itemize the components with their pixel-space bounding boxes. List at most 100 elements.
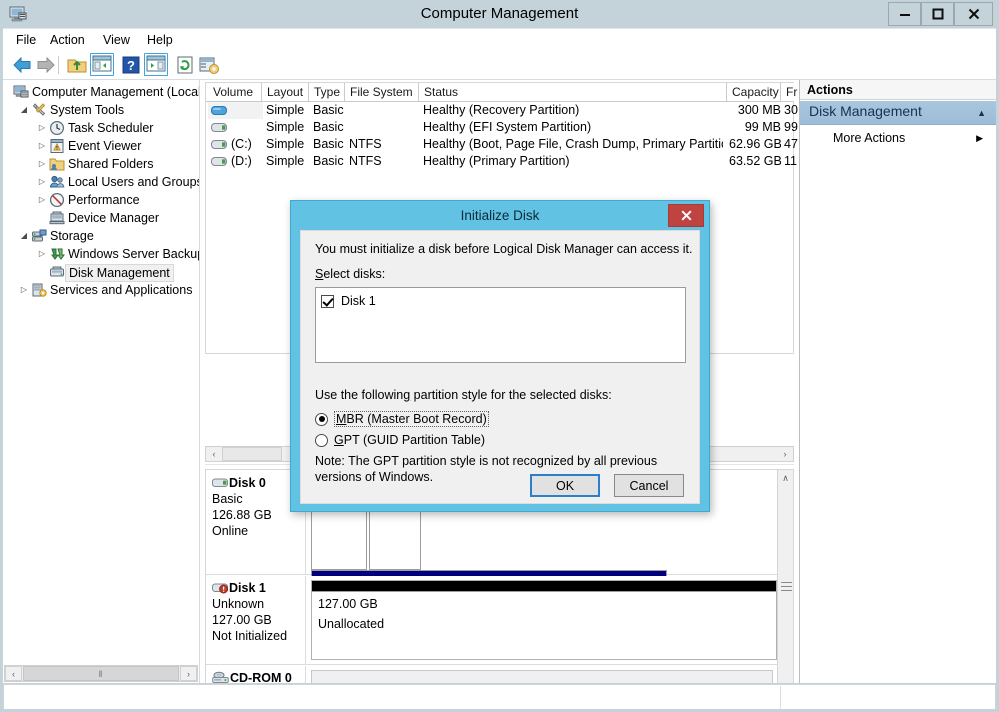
computer-icon <box>13 85 29 98</box>
partition-unallocated[interactable]: 127.00 GB Unallocated <box>311 580 777 660</box>
cell-layout: Simple <box>266 137 305 151</box>
show-hide-tree-icon[interactable] <box>90 53 114 76</box>
performance-icon <box>49 192 65 208</box>
storage-icon <box>32 229 47 242</box>
chevron-right-icon[interactable]: ▷ <box>36 191 48 209</box>
table-row[interactable]: (C:) Simple Basic NTFS Healthy (Boot, Pa… <box>206 136 798 153</box>
scroll-up-button[interactable]: ∧ <box>778 470 793 486</box>
maximize-button[interactable] <box>921 2 954 26</box>
chevron-right-icon[interactable]: ▷ <box>36 137 48 155</box>
chevron-expanded-icon[interactable]: ◢ <box>18 101 30 119</box>
table-row[interactable]: Simple Basic Healthy (EFI System Partiti… <box>206 119 798 136</box>
users-icon <box>49 175 65 188</box>
menu-view[interactable]: View <box>96 31 137 49</box>
scroll-thumb[interactable]: ‖ <box>23 666 179 681</box>
cell-file-system <box>349 119 419 136</box>
cell-volume: (D:) <box>231 154 252 168</box>
scroll-thumb[interactable] <box>779 487 792 683</box>
help-icon[interactable]: ? <box>120 54 142 76</box>
disk-name: Disk 1 <box>229 581 266 595</box>
chevron-right-icon[interactable]: ▷ <box>36 173 48 191</box>
column-header-status[interactable]: Status <box>419 83 727 101</box>
refresh-icon[interactable] <box>174 54 196 76</box>
chevron-right-icon[interactable]: ▷ <box>36 155 48 173</box>
disk-icon <box>212 478 228 487</box>
list-item-disk1[interactable]: Disk 1 <box>321 293 376 309</box>
scroll-right-button[interactable]: › <box>777 447 793 461</box>
menu-file[interactable]: File <box>9 31 43 49</box>
menu-help[interactable]: Help <box>140 31 180 49</box>
column-header-type[interactable]: Type <box>309 83 345 101</box>
back-arrow-icon[interactable] <box>11 54 33 76</box>
volume-icon-blue <box>211 106 227 115</box>
action-label: More Actions <box>833 131 906 145</box>
chevron-right-icon[interactable]: ▷ <box>36 245 48 263</box>
dialog-intro-text: You must initialize a disk before Logica… <box>315 242 693 256</box>
partition-style-label: Use the following partition style for th… <box>315 388 612 402</box>
tree-item-label: Storage <box>50 229 94 243</box>
no-media-area <box>311 670 773 683</box>
tree-item-label: Event Viewer <box>68 139 142 153</box>
table-row[interactable]: (D:) Simple Basic NTFS Healthy (Primary … <box>206 153 797 170</box>
cell-free: 47 <box>784 137 798 151</box>
chevron-right-icon[interactable]: ▷ <box>18 281 30 299</box>
cell-capacity: 99 MB <box>744 120 781 134</box>
disk1-partitions: 127.00 GB Unallocated <box>307 576 777 664</box>
disk-management-icon <box>50 266 64 277</box>
mbr-radio-button[interactable] <box>315 412 328 426</box>
table-row[interactable]: Simple Basic Healthy (Recovery Partition… <box>206 102 798 119</box>
disk-title: Disk 0 <box>212 476 299 490</box>
chevron-up-icon[interactable]: ▲ <box>977 108 986 118</box>
ok-button[interactable]: OK <box>530 474 600 497</box>
cell-type: Basic <box>313 120 344 134</box>
cell-file-system <box>349 102 419 119</box>
dialog-body: You must initialize a disk before Logica… <box>300 230 700 504</box>
radio-mbr[interactable]: MBR (Master Boot Record) <box>315 410 489 428</box>
disk-block-cdrom0[interactable]: CD-ROM 0 DVD (E:) No Media <box>206 666 777 683</box>
backup-icon <box>51 248 65 260</box>
disk-view-vertical-scrollbar[interactable]: ∧ ∨ <box>777 470 793 683</box>
radio-gpt[interactable]: GPT (GUID Partition Table) <box>315 431 485 449</box>
show-hide-action-pane-icon[interactable] <box>144 53 168 76</box>
column-header-layout[interactable]: Layout <box>262 83 309 101</box>
gpt-radio-button[interactable] <box>315 433 328 447</box>
minimize-button[interactable] <box>888 2 921 26</box>
scroll-right-button[interactable]: › <box>180 666 197 681</box>
close-button[interactable] <box>954 2 993 26</box>
tree-horizontal-scrollbar[interactable]: ‹ ‖ › <box>4 665 198 682</box>
cell-type: Basic <box>313 154 344 168</box>
dialog-title-bar: Initialize Disk <box>291 201 709 230</box>
select-disks-label: Select disks: <box>315 267 386 281</box>
toolbar-separator-1 <box>58 56 59 74</box>
cell-status: Healthy (EFI System Partition) <box>423 120 592 134</box>
scroll-thumb[interactable] <box>222 447 282 461</box>
column-header-free[interactable]: Fr <box>781 83 798 101</box>
column-header-volume[interactable]: Volume <box>208 83 262 101</box>
up-folder-icon[interactable] <box>66 54 88 76</box>
export-list-icon[interactable] <box>198 54 220 76</box>
disk-type: Basic <box>212 492 243 506</box>
disk1-checkbox[interactable] <box>321 294 334 308</box>
chevron-right-icon[interactable]: ▷ <box>36 119 48 137</box>
select-disks-listbox[interactable]: Disk 1 <box>315 287 686 363</box>
forward-arrow-icon[interactable] <box>35 54 57 76</box>
column-header-file-system[interactable]: File System <box>345 83 419 101</box>
disk-name: Disk 0 <box>229 476 266 490</box>
actions-pane: Actions Disk Management ▲ More Actions ▶ <box>799 80 996 683</box>
status-bar <box>3 684 996 709</box>
column-header-capacity[interactable]: Capacity <box>727 83 781 101</box>
dialog-close-button[interactable] <box>668 204 704 227</box>
computer-management-window: Computer Management File Action View Hel… <box>0 0 999 712</box>
actions-group-header[interactable]: Disk Management ▲ <box>800 101 996 125</box>
cell-type: Basic <box>313 103 344 117</box>
chevron-expanded-icon[interactable]: ◢ <box>18 227 30 245</box>
cancel-button[interactable]: Cancel <box>614 474 684 497</box>
scroll-left-button[interactable]: ‹ <box>206 447 222 461</box>
action-more-actions[interactable]: More Actions ▶ <box>800 128 996 148</box>
tree-item-label: Services and Applications <box>50 283 193 297</box>
menu-action[interactable]: Action <box>43 31 92 49</box>
system-tools-icon <box>32 103 46 116</box>
scroll-left-button[interactable]: ‹ <box>5 666 22 681</box>
disk-block-disk1[interactable]: Disk 1 Unknown 127.00 GB Not Initialized… <box>206 576 777 665</box>
disk-info-disk1: Disk 1 Unknown 127.00 GB Not Initialized <box>206 576 306 664</box>
